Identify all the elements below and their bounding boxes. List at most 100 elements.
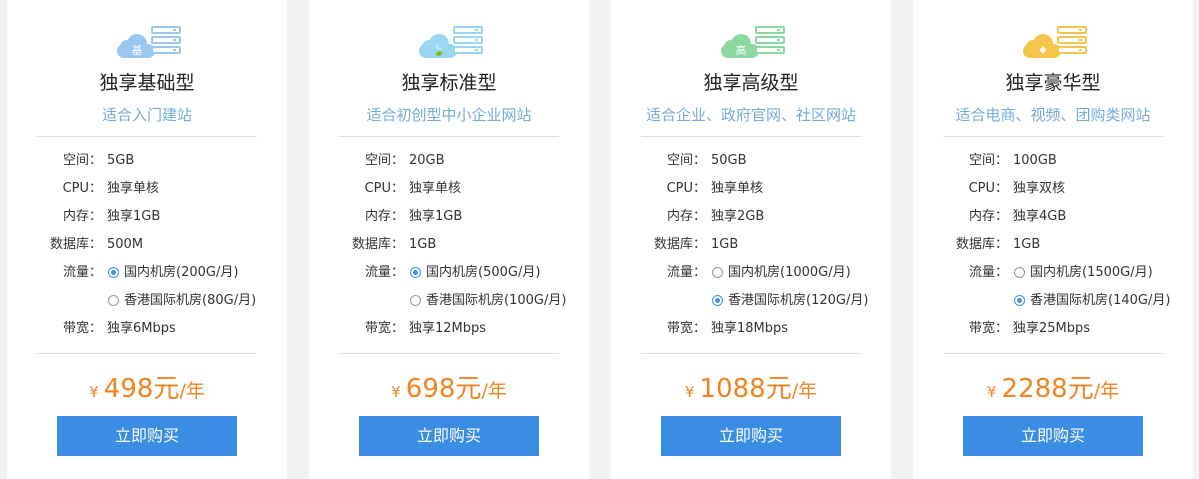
traffic-option-radio[interactable] xyxy=(410,295,421,306)
cloud-icon: 基 xyxy=(117,34,155,58)
plan-badge-glyph: 🍃 xyxy=(432,44,446,57)
buy-now-button[interactable]: 立即购买 xyxy=(661,416,841,456)
spec-value: 独享12Mbps xyxy=(409,321,487,336)
divider xyxy=(37,136,257,137)
spec-label: 带宽： xyxy=(968,321,1008,336)
spec-database: 数据库： 1GB xyxy=(309,235,589,255)
traffic-option-label[interactable]: 香港国际机房(100G/月) xyxy=(426,291,566,311)
spec-label: CPU： xyxy=(968,181,1008,196)
spec-label: 流量： xyxy=(62,265,102,280)
spec-value: 1GB xyxy=(711,237,739,252)
spec-bandwidth: 带宽： 独享6Mbps xyxy=(7,319,287,339)
plan-icon: 高 xyxy=(721,26,791,60)
server-icon xyxy=(755,26,785,56)
plan-title: 独享标准型 xyxy=(401,72,497,94)
spec-label: 空间： xyxy=(62,153,102,168)
spec-traffic: 流量： 国内机房(500G/月) xyxy=(309,263,589,283)
buy-now-button[interactable]: 立即购买 xyxy=(963,416,1143,456)
plan-badge-glyph: 高 xyxy=(735,44,747,57)
spec-traffic-alt: 香港国际机房(100G/月) xyxy=(309,291,589,311)
traffic-option-label[interactable]: 香港国际机房(140G/月) xyxy=(1030,291,1170,311)
price-amount: 498元 xyxy=(103,374,180,404)
spec-label: 空间： xyxy=(364,153,404,168)
spec-traffic: 流量： 国内机房(1500G/月) xyxy=(913,263,1193,283)
spec-label: 带宽： xyxy=(666,321,706,336)
spec-memory: 内存： 独享1GB xyxy=(7,207,287,227)
spec-traffic: 流量： 国内机房(200G/月) xyxy=(7,263,287,283)
price-amount: 698元 xyxy=(405,374,482,404)
spec-value: 独享25Mbps xyxy=(1013,321,1091,336)
price-period: /年 xyxy=(179,380,205,402)
spec-cpu: CPU： 独享单核 xyxy=(611,179,891,199)
spec-label: 数据库： xyxy=(351,237,404,252)
spec-bandwidth: 带宽： 独享25Mbps xyxy=(913,319,1193,339)
server-icon xyxy=(151,26,181,56)
traffic-option-label[interactable]: 香港国际机房(120G/月) xyxy=(728,291,868,311)
traffic-option-label[interactable]: 国内机房(1000G/月) xyxy=(728,263,851,283)
buy-now-button[interactable]: 立即购买 xyxy=(57,416,237,456)
traffic-option-label[interactable]: 国内机房(500G/月) xyxy=(426,263,540,283)
spec-value: 独享18Mbps xyxy=(711,321,789,336)
spec-space: 空间： 50GB xyxy=(611,151,891,171)
traffic-option-label[interactable]: 国内机房(200G/月) xyxy=(124,263,238,283)
spec-memory: 内存： 独享4GB xyxy=(913,207,1193,227)
price-period: /年 xyxy=(791,380,818,402)
spec-value: 独享4GB xyxy=(1013,209,1067,224)
spec-label: 流量： xyxy=(968,265,1008,280)
divider xyxy=(339,353,559,354)
cloud-icon: 🍃 xyxy=(419,34,457,58)
plan-card-standard: 🍃 独享标准型 适合初创型中小企业网站 空间： 20GB CPU： 独享单核 内… xyxy=(309,0,589,479)
spec-space: 空间： 20GB xyxy=(309,151,589,171)
spec-value: 100GB xyxy=(1013,153,1057,168)
price-amount: 2288元 xyxy=(1001,374,1094,404)
traffic-option-radio[interactable] xyxy=(712,267,723,278)
spec-label: 带宽： xyxy=(62,321,102,336)
spec-label: CPU： xyxy=(364,181,404,196)
divider xyxy=(641,136,861,137)
spec-cpu: CPU： 独享双核 xyxy=(913,179,1193,199)
plan-price: ¥ 1088元/年 xyxy=(611,368,891,405)
spec-label: CPU： xyxy=(62,181,102,196)
traffic-option-radio[interactable] xyxy=(1014,267,1025,278)
spec-value: 独享2GB xyxy=(711,209,765,224)
spec-traffic: 流量： 国内机房(1000G/月) xyxy=(611,263,891,283)
traffic-option-label[interactable]: 香港国际机房(80G/月) xyxy=(124,291,256,311)
spec-database: 数据库： 1GB xyxy=(913,235,1193,255)
buy-now-button[interactable]: 立即购买 xyxy=(359,416,539,456)
divider xyxy=(37,353,257,354)
price-period: /年 xyxy=(481,380,507,402)
spec-value: 1GB xyxy=(1013,237,1041,252)
traffic-option-radio[interactable] xyxy=(712,295,723,306)
cloud-icon: ♦ xyxy=(1023,34,1061,58)
plan-subtitle: 适合企业、政府官网、社区网站 xyxy=(645,106,856,124)
cloud-icon: 高 xyxy=(721,34,759,58)
spec-label: 内存： xyxy=(62,209,102,224)
currency-symbol: ¥ xyxy=(986,383,997,401)
spec-label: 流量： xyxy=(666,265,706,280)
spec-value: 独享单核 xyxy=(409,181,462,196)
plan-subtitle: 适合入门建站 xyxy=(101,106,192,124)
spec-traffic-alt: 香港国际机房(80G/月) xyxy=(7,291,287,311)
spec-value: 独享1GB xyxy=(107,209,161,224)
spec-value: 独享单核 xyxy=(107,181,160,196)
spec-label: 流量： xyxy=(364,265,404,280)
spec-database: 数据库： 1GB xyxy=(611,235,891,255)
spec-database: 数据库： 500M xyxy=(7,235,287,255)
currency-symbol: ¥ xyxy=(684,383,695,401)
spec-label: 内存： xyxy=(666,209,706,224)
traffic-option-radio[interactable] xyxy=(1014,295,1025,306)
spec-traffic-alt: 香港国际机房(120G/月) xyxy=(611,291,891,311)
traffic-option-radio[interactable] xyxy=(108,295,119,306)
traffic-option-label[interactable]: 国内机房(1500G/月) xyxy=(1030,263,1153,283)
server-icon xyxy=(453,26,483,56)
divider xyxy=(943,136,1163,137)
traffic-option-radio[interactable] xyxy=(108,267,119,278)
spec-memory: 内存： 独享1GB xyxy=(309,207,589,227)
spec-value: 独享1GB xyxy=(409,209,463,224)
spec-value: 独享单核 xyxy=(711,181,764,196)
plan-card-deluxe: ♦ 独享豪华型 适合电商、视频、团购类网站 空间： 100GB CPU： 独享双… xyxy=(913,0,1193,479)
spec-space: 空间： 5GB xyxy=(7,151,287,171)
spec-label: 空间： xyxy=(666,153,706,168)
traffic-option-radio[interactable] xyxy=(410,267,421,278)
plan-icon: ♦ xyxy=(1023,26,1093,60)
